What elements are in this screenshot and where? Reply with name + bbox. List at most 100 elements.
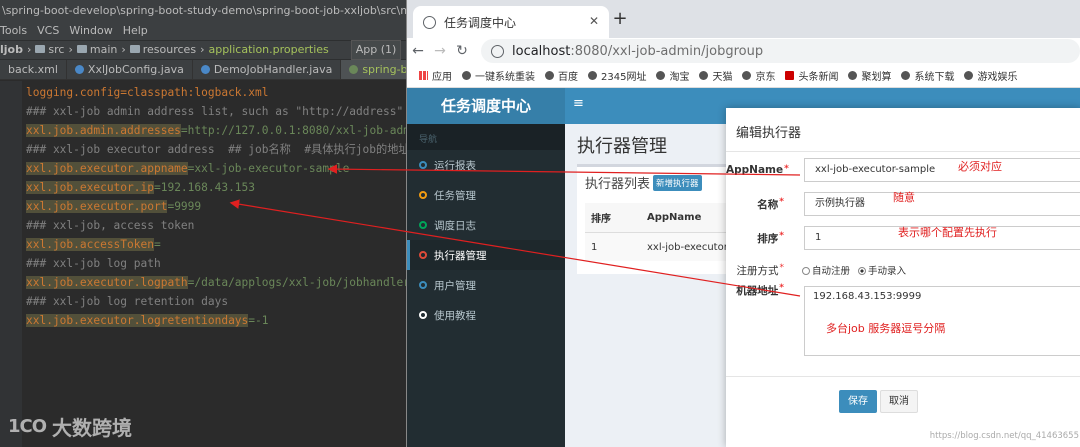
code-line: xxl.job.executor.logpath=/data/applogs/x… <box>26 273 406 292</box>
sidebar-item-jobs[interactable]: 任务管理 <box>407 180 565 210</box>
watermark-text: 大数跨境 <box>52 416 133 440</box>
name-row: 名称* <box>726 192 784 216</box>
breadcrumb-file[interactable]: application.properties <box>208 41 328 59</box>
code-line: xxl.job.executor.appname=xxl-job-executo… <box>26 159 349 178</box>
breadcrumb-project[interactable]: ljob <box>0 41 23 59</box>
appname-label: AppName* <box>726 164 789 176</box>
browser-tab-title: 任务调度中心 <box>444 15 517 30</box>
address-label: 机器地址* <box>736 282 784 297</box>
tab-logback[interactable]: back.xml <box>0 60 67 79</box>
breadcrumb-main[interactable]: main <box>76 41 117 59</box>
register-type-label: 注册方式* <box>736 262 785 277</box>
browser-tab[interactable]: 任务调度中心 ✕ <box>413 6 609 38</box>
run-config-select[interactable]: App (1) <box>350 40 402 60</box>
tab-properties[interactable]: spring-boot-job <box>341 60 406 79</box>
app-logo[interactable]: 任务调度中心 <box>407 88 565 124</box>
ide-title-bar: \spring-boot-develop\spring-boot-study-d… <box>0 0 406 22</box>
hamburger-menu-icon[interactable]: ≡ <box>573 96 584 111</box>
column-header-order[interactable]: 排序 <box>585 210 647 225</box>
bookmark-item[interactable]: 一键系统重装 <box>462 68 535 83</box>
annotation-any: 随意 <box>893 191 915 204</box>
globe-icon <box>848 71 858 80</box>
bookmark-item[interactable]: 天猫 <box>699 68 732 83</box>
bookmark-apps[interactable]: 应用 <box>419 68 452 83</box>
bookmark-item[interactable]: 百度 <box>545 68 578 83</box>
code-line: ### xxl-job executor address ## job名称 #具… <box>26 140 406 159</box>
bookmark-item[interactable]: 京东 <box>742 68 775 83</box>
code-line: xxl.job.admin.addresses=http://127.0.0.1… <box>26 121 406 140</box>
globe-icon <box>462 71 471 80</box>
watermark-logo: 1CO <box>8 416 47 437</box>
cell-appname: xxl-job-executor-sample <box>647 241 735 253</box>
bookmarks-bar: 应用 一键系统重装 百度 2345网址 淘宝 天猫 京东 头条新闻 聚划算 系统… <box>407 64 1080 88</box>
folder-icon <box>35 45 46 53</box>
code-line: xxl.job.accessToken= <box>26 235 161 254</box>
cell-order: 1 <box>591 241 598 253</box>
tab-demojobhandler[interactable]: DemoJobHandler.java <box>193 60 342 79</box>
executor-table: 排序 AppName 1 xxl-job-executor-sample <box>585 203 735 261</box>
property-value: = <box>153 238 161 251</box>
back-icon[interactable]: ← <box>407 43 429 59</box>
forward-icon[interactable]: → <box>429 43 451 59</box>
order-row: 排序* <box>726 226 784 250</box>
new-tab-button[interactable]: + <box>609 8 631 29</box>
bookmark-item[interactable]: 2345网址 <box>588 68 646 83</box>
menu-vcs[interactable]: VCS <box>37 22 59 40</box>
breadcrumb-resources[interactable]: resources <box>129 41 196 59</box>
save-button[interactable]: 保存 <box>839 390 877 413</box>
code-text: logging.config=classpath:logback.xml <box>26 86 269 99</box>
breadcrumb-src[interactable]: src <box>35 41 64 59</box>
name-label: 名称* <box>757 196 784 211</box>
name-input[interactable]: 示例执行器 <box>804 192 1080 216</box>
sidebar-item-report[interactable]: 运行报表 <box>407 150 565 180</box>
code-line: xxl.job.executor.port=9999 <box>26 197 201 216</box>
bookmark-item[interactable]: 系统下载 <box>901 68 954 83</box>
sidebar-item-executors[interactable]: 执行器管理 <box>407 240 565 270</box>
circle-icon <box>419 311 427 319</box>
property-value: =http://127.0.0.1:8080/xxl-job-admin <box>180 124 406 137</box>
close-tab-icon[interactable]: ✕ <box>589 14 599 28</box>
sidebar-item-users[interactable]: 用户管理 <box>407 270 565 300</box>
reload-icon[interactable]: ↻ <box>451 43 473 59</box>
credit-watermark: https://blog.csdn.net/qq_41463655 <box>929 431 1079 441</box>
menu-help[interactable]: Help <box>123 22 148 40</box>
radio-manual-register[interactable]: 手动录入 <box>858 263 906 277</box>
java-class-icon <box>200 65 210 74</box>
cancel-button[interactable]: 取消 <box>880 390 918 413</box>
address-row: 机器地址* <box>726 278 784 302</box>
executor-list-box: 执行器列表 新增执行器 排序 AppName 1 xxl-job-executo… <box>577 164 737 274</box>
code-comment: ### xxl-job executor address ## job名称 #具… <box>26 143 406 156</box>
folder-icon <box>76 45 87 53</box>
bookmark-item[interactable]: 头条新闻 <box>785 68 838 83</box>
radio-auto-register[interactable]: 自动注册 <box>802 263 850 277</box>
address-bar[interactable]: localhost:8080/xxl-job-admin/jobgroup <box>481 39 1080 63</box>
order-label: 排序* <box>757 230 784 245</box>
bookmark-item[interactable]: 游戏娱乐 <box>964 68 1017 83</box>
code-line: xxl.job.executor.logretentiondays=-1 <box>26 311 269 330</box>
sidebar-item-logs[interactable]: 调度日志 <box>407 210 565 240</box>
radio-icon <box>802 267 810 275</box>
code-line: xxl.job.executor.ip=192.168.43.153 <box>26 178 255 197</box>
property-key: xxl.job.executor.ip <box>26 181 154 194</box>
menu-window[interactable]: Window <box>69 22 112 40</box>
annotation-order: 表示哪个配置先执行 <box>898 226 997 239</box>
menu-tools[interactable]: Tools <box>0 22 27 40</box>
sidebar-item-help[interactable]: 使用教程 <box>407 300 565 330</box>
globe-icon <box>656 71 666 80</box>
bookmark-item[interactable]: 聚划算 <box>848 68 891 83</box>
java-class-icon <box>74 65 84 74</box>
ide-breadcrumb: ljob › src › main › resources › applicat… <box>0 40 406 60</box>
add-executor-button[interactable]: 新增执行器 <box>653 175 702 191</box>
appname-input[interactable]: xxl-job-executor-sample <box>804 158 1080 182</box>
site-info-icon[interactable] <box>491 44 504 58</box>
tab-xxljobconfig[interactable]: XxlJobConfig.java <box>67 60 193 79</box>
code-comment: ### xxl-job admin address list, such as … <box>26 105 406 118</box>
code-comment: ### xxl-job, access token <box>26 219 195 232</box>
column-header-appname[interactable]: AppName <box>647 212 735 223</box>
table-header: 排序 AppName <box>585 203 735 233</box>
annotation-must-match: 必须对应 <box>958 160 1002 173</box>
bookmark-item[interactable]: 淘宝 <box>656 68 689 83</box>
code-editor[interactable]: logging.config=classpath:logback.xml ### … <box>0 81 406 447</box>
edit-executor-modal: 编辑执行器 AppName* xxl-job-executor-sample 名… <box>726 108 1080 447</box>
table-row[interactable]: 1 xxl-job-executor-sample <box>585 233 735 261</box>
